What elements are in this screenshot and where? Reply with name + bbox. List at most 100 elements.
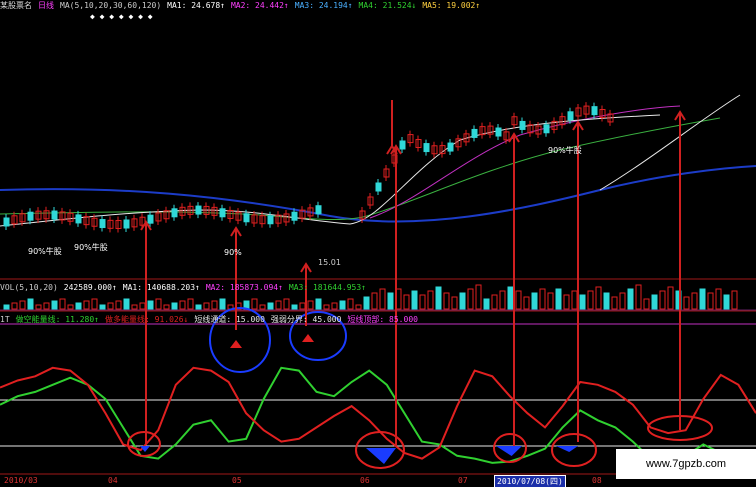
- candle: [315, 205, 322, 215]
- volume-bar: [251, 298, 258, 310]
- volume-bar: [515, 290, 522, 310]
- volume-bar: [355, 304, 362, 310]
- volume-bar: [75, 302, 82, 310]
- volume-bar: [27, 298, 34, 310]
- candle: [291, 211, 298, 221]
- volume-bar: [419, 294, 426, 310]
- volume-bar: [195, 304, 202, 310]
- date-label: 04: [108, 476, 118, 485]
- volume-bar: [691, 292, 698, 310]
- ma-line: [0, 117, 721, 221]
- annotation-label: 90%牛股: [28, 247, 62, 256]
- volume-bar: [427, 290, 434, 310]
- volume-bar: [291, 304, 298, 310]
- volume-bar: [259, 304, 266, 310]
- volume-bar: [331, 302, 338, 310]
- volume-bar: [99, 304, 106, 310]
- volume-bar: [435, 286, 442, 310]
- volume-bar: [635, 284, 642, 310]
- volume-bar: [707, 292, 714, 310]
- volume-bar: [339, 300, 346, 310]
- vol-ma2: MA2: 185873.094↑: [205, 283, 283, 292]
- candle: [591, 106, 598, 116]
- candle: [75, 214, 82, 224]
- volume-bar: [699, 288, 706, 310]
- volume-bar: [499, 290, 506, 310]
- candle: [219, 208, 226, 218]
- volume-bar: [459, 292, 466, 310]
- volume-bar: [91, 298, 98, 310]
- candle: [399, 140, 406, 150]
- ind-long-energy: 做多能量线: 91.026↓: [105, 315, 189, 324]
- volume-bar: [715, 288, 722, 310]
- vol-params: VOL(5,10,20): [0, 283, 58, 292]
- volume-bar: [443, 292, 450, 310]
- candle: [51, 210, 58, 220]
- volume-bar: [603, 292, 610, 310]
- date-label-selected[interactable]: 2010/07/08(四): [494, 475, 566, 487]
- candle: [171, 208, 178, 218]
- date-label: 06: [360, 476, 370, 485]
- volume-bar: [307, 300, 314, 310]
- top-fill: [302, 334, 314, 342]
- volume-bar: [667, 286, 674, 310]
- annotation-label: 90%牛股: [74, 243, 108, 252]
- annotation-circle: [551, 433, 597, 467]
- volume-bar: [611, 296, 618, 310]
- volume-bar: [35, 304, 42, 310]
- candle: [543, 124, 550, 134]
- volume-bar: [531, 292, 538, 310]
- watermark: www.7gpzb.com: [616, 449, 756, 479]
- vol-value: 242589.000↑: [63, 283, 117, 292]
- volume-bar: [475, 284, 482, 310]
- volume-bar: [115, 300, 122, 310]
- volume-bar: [555, 288, 562, 310]
- volume-bar: [107, 302, 114, 310]
- volume-bar: [371, 292, 378, 310]
- volume-bar: [451, 296, 458, 310]
- date-label: 05: [232, 476, 242, 485]
- volume-bar: [539, 288, 546, 310]
- candle: [423, 143, 430, 153]
- volume-bar: [491, 294, 498, 310]
- candle: [27, 211, 34, 221]
- top-fill: [230, 340, 242, 348]
- date-label: 2010/03: [4, 476, 38, 485]
- candle: [519, 120, 526, 130]
- volume-bar: [571, 290, 578, 310]
- ind-name: 1T: [0, 315, 10, 324]
- volume-bar: [163, 304, 170, 310]
- bottom-fill: [556, 446, 578, 452]
- volume-bar: [579, 294, 586, 310]
- volume-bar: [51, 300, 58, 310]
- price-pane: [0, 94, 756, 233]
- volume-bar: [363, 296, 370, 310]
- chart-canvas[interactable]: [0, 0, 756, 487]
- volume-bar: [171, 302, 178, 310]
- volume-bar: [43, 302, 50, 310]
- ma-line: [0, 114, 661, 227]
- volume-bar: [275, 300, 282, 310]
- ind-short-energy: 做空能量线: 11.280↑: [15, 315, 99, 324]
- candle: [123, 219, 130, 229]
- volume-bar: [723, 294, 730, 310]
- stock-chart-window: 某股票名 日线 MA(5,10,20,30,60,120) MA1: 24.678↑ M…: [0, 0, 756, 487]
- volume-bar: [315, 298, 322, 310]
- volume-bar: [323, 304, 330, 310]
- vol-ma3: MA3: 181644.953↑: [288, 283, 366, 292]
- volume-bar: [587, 290, 594, 310]
- volume-bar: [731, 290, 738, 310]
- volume-bar: [563, 294, 570, 310]
- candle: [3, 217, 10, 227]
- volume-bar: [179, 300, 186, 310]
- volume-bar: [379, 288, 386, 310]
- candle: [567, 111, 574, 121]
- annotation-label: 90%: [224, 248, 242, 257]
- volume-bar: [3, 304, 10, 310]
- volume-bar: [131, 304, 138, 310]
- volume-bar: [211, 300, 218, 310]
- volume-bar: [299, 302, 306, 310]
- volume-bar: [187, 298, 194, 310]
- volume-bar: [203, 302, 210, 310]
- ind-short-top: 短线顶部: 85.000: [347, 315, 418, 324]
